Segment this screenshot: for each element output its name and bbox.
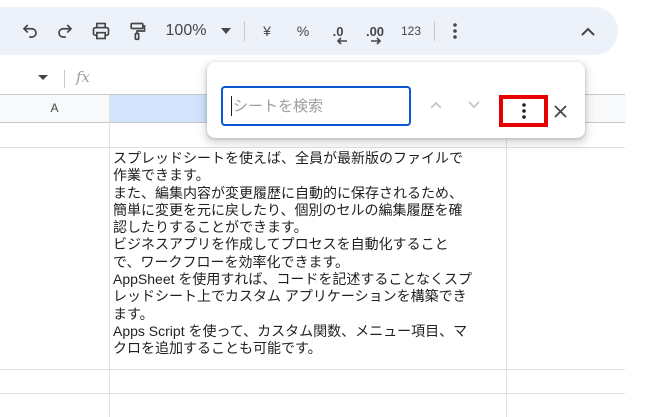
cell-text-line: で、ワークフローを効率化できます。 bbox=[113, 253, 350, 270]
redo-icon[interactable] bbox=[51, 7, 79, 55]
zoom-dropdown-icon[interactable] bbox=[216, 7, 236, 55]
undo-icon[interactable] bbox=[16, 7, 44, 55]
cell-text-line: Apps Script を使って、カスタム関数、メニュー項目、マ bbox=[113, 322, 468, 339]
chevron-up-icon[interactable] bbox=[576, 7, 600, 55]
arrow-left-icon bbox=[336, 37, 347, 45]
cell-text-line: また、編集内容が変更履歴に自動的に保存されるため、 bbox=[113, 184, 463, 201]
more-vert-icon[interactable] bbox=[444, 7, 466, 55]
cell-text-line: レッドシート上でカスタム アプリケーションを構築でき bbox=[113, 288, 467, 305]
close-button[interactable] bbox=[549, 96, 571, 126]
toolbar: 100% ¥ % .0 .00 123 bbox=[0, 7, 618, 55]
grid-line bbox=[0, 369, 625, 370]
grid-line bbox=[506, 94, 507, 417]
increase-decimal-button[interactable]: .00 bbox=[360, 7, 390, 55]
currency-button[interactable]: ¥ bbox=[254, 7, 280, 55]
chevron-down-icon bbox=[468, 101, 480, 109]
cell-text-line: クロを追加することも可能です。 bbox=[113, 340, 322, 357]
cell-text-line: ます。 bbox=[113, 305, 154, 322]
cell-text-line: AppSheet を使用すれば、コードを記述することなくスプ bbox=[113, 271, 472, 288]
cell-b-content[interactable]: スプレッドシートを使えば、全員が最新版のファイルで 作業できます。 また、編集内… bbox=[113, 150, 505, 358]
arrow-right-icon bbox=[371, 37, 382, 45]
toolbar-divider bbox=[244, 21, 245, 41]
print-icon[interactable] bbox=[87, 7, 115, 55]
cell-text-line: 認したりすることができます。 bbox=[113, 219, 308, 236]
chevron-up-icon bbox=[430, 101, 442, 109]
text-caret bbox=[231, 96, 232, 116]
cell-text-line: スプレッドシートを使えば、全員が最新版のファイルで bbox=[113, 150, 463, 166]
close-icon bbox=[553, 104, 567, 118]
number-format-button[interactable]: 123 bbox=[396, 7, 426, 55]
percent-button[interactable]: % bbox=[290, 7, 316, 55]
paint-format-icon[interactable] bbox=[123, 7, 151, 55]
cell-text-line: 簡単に変更を元に戻したり、個別のセルの編集履歴を確 bbox=[113, 201, 463, 218]
decrease-decimal-button[interactable]: .0 bbox=[324, 7, 352, 55]
find-dialog bbox=[207, 62, 585, 138]
column-header-a[interactable]: A bbox=[0, 94, 109, 122]
formula-divider bbox=[64, 70, 65, 88]
fx-label: fx bbox=[76, 68, 91, 86]
cell-text-line: 作業できます。 bbox=[113, 167, 210, 184]
zoom-select[interactable]: 100% bbox=[160, 7, 212, 55]
cell-text-line: ビジネスアプリを作成してプロセスを自動化すること bbox=[113, 236, 449, 253]
grid-line bbox=[109, 94, 110, 417]
previous-result-button[interactable] bbox=[425, 94, 447, 116]
grid-line bbox=[0, 393, 625, 394]
namebox-dropdown-icon[interactable] bbox=[38, 75, 48, 80]
next-result-button[interactable] bbox=[463, 94, 485, 116]
search-input[interactable] bbox=[221, 86, 411, 126]
grid-line bbox=[0, 147, 625, 148]
highlight-annotation bbox=[499, 95, 548, 127]
toolbar-divider bbox=[434, 21, 435, 41]
